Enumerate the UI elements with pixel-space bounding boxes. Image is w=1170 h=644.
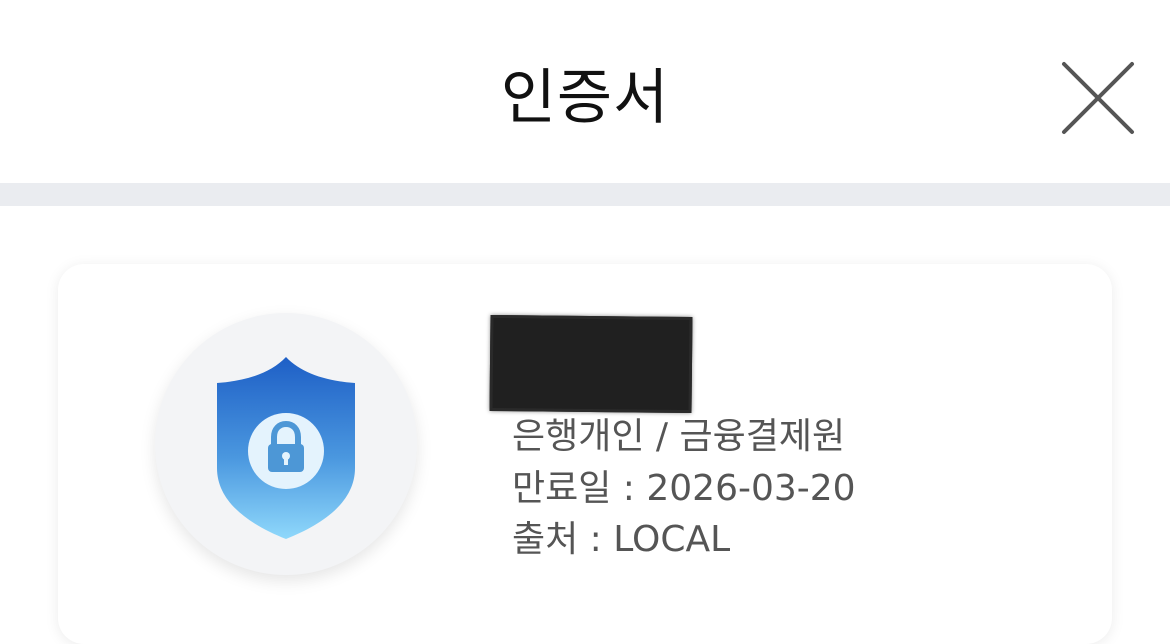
header-bar: 인증서 xyxy=(0,0,1170,183)
close-button[interactable] xyxy=(1058,58,1138,138)
shield-lock-icon xyxy=(217,357,355,539)
close-icon xyxy=(1062,62,1134,134)
certificate-emblem xyxy=(155,313,417,575)
certificate-expiry: 만료일 : 2026-03-20 xyxy=(512,468,856,509)
certificate-owner-name xyxy=(489,314,693,414)
page-title: 인증서 xyxy=(500,63,670,133)
certificate-issuer: 은행개인 / 금융결제원 xyxy=(512,416,846,457)
section-divider xyxy=(0,183,1170,206)
certificate-card[interactable]: 은행개인 / 금융결제원 만료일 : 2026-03-20 출처 : LOCAL xyxy=(58,264,1112,644)
certificate-source: 출처 : LOCAL xyxy=(512,519,731,560)
